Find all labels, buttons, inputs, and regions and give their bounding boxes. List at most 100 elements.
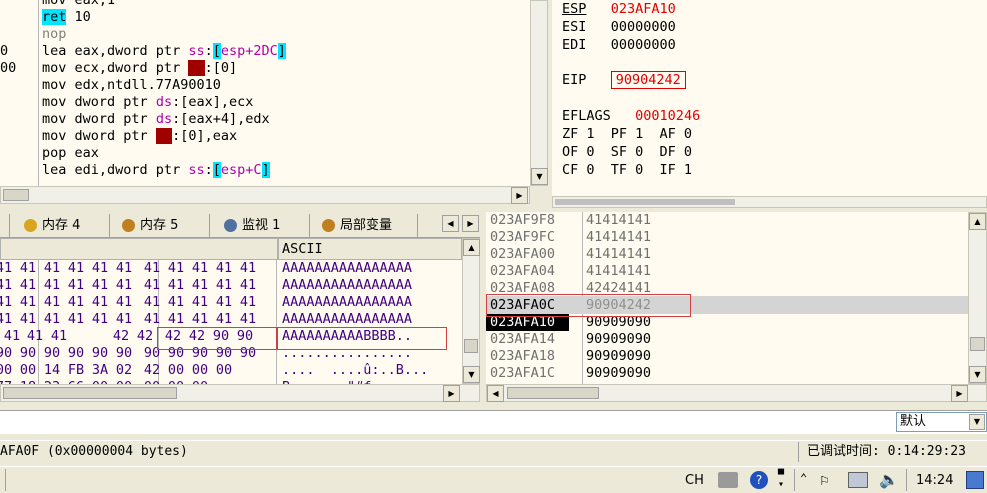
dump-byte: 41	[115, 260, 133, 276]
stack-row[interactable]: 023AF9FC 41414141	[486, 229, 970, 246]
stack-row[interactable]: 023AFA04 41414141	[486, 263, 970, 280]
disasm-line[interactable]: mov dword ptr fs:[0],eax	[42, 128, 237, 145]
stack-hscrollbar[interactable]: ◀ ▶	[486, 384, 987, 402]
dump-byte: 41	[91, 277, 109, 293]
operands: eax,dword ptr	[74, 43, 189, 59]
operands: :[0]	[204, 60, 238, 76]
command-mode-select[interactable]: 默认 ▼	[896, 412, 987, 432]
disasm-addr-2: 00	[0, 60, 17, 76]
scroll-thumb[interactable]	[3, 189, 29, 201]
scroll-thumb[interactable]	[464, 339, 478, 353]
disasm-vscrollbar[interactable]: ▼	[530, 0, 548, 186]
scroll-up-icon[interactable]: ▲	[969, 213, 986, 230]
dump-byte: 41	[239, 311, 257, 327]
tab-memory-5[interactable]: 内存 5	[118, 214, 210, 237]
dump-vscrollbar[interactable]: ▲ ▼	[462, 238, 480, 384]
scroll-right-icon[interactable]: ▶	[443, 385, 460, 402]
disasm-addr-1: 0	[0, 43, 9, 59]
select-value: 默认	[900, 414, 927, 429]
disasm-hscrollbar[interactable]: ▶	[0, 186, 530, 204]
scroll-thumb[interactable]	[507, 387, 599, 399]
memory-dump-pane[interactable]: ASCII 4141414141414141414141AAAAAAAAAAAA…	[0, 238, 462, 384]
mem-operand: esp+2DC	[220, 43, 278, 59]
show-hidden-icons-icon[interactable]: ⌃	[800, 471, 807, 485]
tab-memory-4[interactable]: 内存 4	[20, 214, 110, 237]
dump-byte: 41	[67, 260, 85, 276]
stack-value: 90909090	[586, 365, 652, 381]
clock[interactable]: 14:24	[916, 471, 953, 491]
dump-row[interactable]: 00 00 14 FB 3A 02 42 00 00 00 .... ....û:..B...	[0, 362, 462, 379]
stack-pane[interactable]: 023AF9F8 41414141 023AF9FC 41414141 023AFA00…	[486, 212, 970, 384]
command-input[interactable]	[0, 411, 895, 433]
dump-byte: 41	[143, 311, 161, 327]
scroll-left-icon[interactable]: ◀	[487, 385, 504, 402]
dump-byte: 41	[26, 328, 44, 344]
scroll-down-icon[interactable]: ▼	[969, 366, 986, 383]
stack-highlight-box	[486, 294, 691, 317]
tab-scroll-left-icon[interactable]: ◀	[442, 215, 459, 232]
scroll-thumb[interactable]	[970, 337, 985, 351]
reg-edi[interactable]: EDI 00000000	[562, 36, 676, 54]
memory-tab-bar: 内存 4 内存 5 监视 1 局部变量 ◀ ▶	[0, 212, 480, 238]
dump-hscrollbar[interactable]: ▶	[0, 384, 480, 402]
dump-row[interactable]: 41 41 41 41 41 41 41 41 41 41 41 AAAAAAAAAAAAAAAA	[0, 294, 462, 311]
stack-vscrollbar[interactable]: ▲ ▼	[968, 212, 987, 384]
disasm-line[interactable]: ret 10	[42, 9, 91, 26]
disasm-line[interactable]: nop	[42, 26, 66, 43]
regs-hscrollbar[interactable]	[552, 196, 987, 208]
disasm-line[interactable]: mov dword ptr ds:[eax],ecx	[42, 94, 253, 111]
scroll-thumb[interactable]	[3, 387, 177, 399]
taskbar: CH ? ▀ ▾ ⌃ ⚐ 🔈 14:24	[0, 466, 987, 493]
mem-operand: esp+C	[220, 162, 262, 178]
scroll-down-icon[interactable]: ▼	[531, 168, 548, 185]
disassembly-pane[interactable]: 0 00 mov eax,1 ret 10 nop lea eax,dword …	[0, 0, 530, 186]
stack-row[interactable]: 023AFA00 41414141	[486, 246, 970, 263]
disasm-line[interactable]: mov dword ptr ds:[eax+4],edx	[42, 111, 270, 128]
stack-row[interactable]: 023AFA14 90909090	[486, 331, 970, 348]
chevron-down-icon[interactable]: ▼	[969, 414, 985, 430]
network-icon[interactable]	[848, 472, 868, 488]
reg-eip[interactable]: EIP 90904242	[562, 71, 686, 89]
stack-row[interactable]: 023AFA1C 90909090	[486, 365, 970, 382]
dump-byte: 41	[43, 294, 61, 310]
reg-eflags[interactable]: EFLAGS 00010246	[562, 107, 700, 125]
dump-row[interactable]: 41 41 41 41 41 41 41 41 41 41 41 AAAAAAAAAAAAAAAA	[0, 260, 462, 277]
keyboard-icon[interactable]	[718, 472, 738, 488]
dump-byte: 41	[0, 311, 13, 327]
dump-byte: 41	[0, 294, 13, 310]
tab-scroll-right-icon[interactable]: ▶	[462, 215, 479, 232]
help-icon[interactable]: ?	[750, 471, 768, 489]
tab-watch-1[interactable]: 监视 1	[220, 214, 310, 237]
scroll-up-icon[interactable]: ▲	[463, 239, 480, 256]
stack-row[interactable]: 023AF9F8 41414141	[486, 212, 970, 229]
watch-icon	[224, 219, 237, 232]
memory-icon	[24, 219, 37, 232]
segment: fs	[188, 60, 205, 76]
show-desktop-icon[interactable]	[966, 471, 984, 489]
stack-row[interactable]: 023AFA18 90909090	[486, 348, 970, 365]
language-indicator[interactable]: CH	[685, 471, 704, 491]
scroll-down-icon[interactable]: ▼	[463, 366, 480, 383]
taskbar-edge	[0, 469, 6, 491]
scroll-right-icon[interactable]: ▶	[951, 385, 968, 402]
disasm-line[interactable]: mov eax,1	[42, 0, 115, 9]
registers-pane[interactable]: ESP 023AFA10 ESI 00000000 EDI 00000000 E…	[552, 0, 987, 196]
dump-row[interactable]: 41 41 41 41 41 41 41 41 41 41 41 AAAAAAAAAAAAAAAA	[0, 277, 462, 294]
disasm-line[interactable]: mov edx,ntdll.77A90010	[42, 77, 221, 94]
disasm-line[interactable]: mov ecx,dword ptr fs:[0]	[42, 60, 237, 77]
reg-esi[interactable]: ESI 00000000	[562, 18, 676, 36]
options-icon[interactable]: ▀ ▾	[778, 471, 792, 490]
opcode: mov	[42, 94, 67, 110]
dump-byte: 90	[19, 345, 37, 361]
flag-icon[interactable]: ⚐	[820, 471, 829, 489]
dump-row[interactable]: 41 41 41 41 41 41 41 41 41 41 41 AAAAAAAAAAAAAAAA	[0, 311, 462, 328]
operands: edx,ntdll.77A90010	[74, 77, 221, 93]
disasm-line[interactable]: pop eax	[42, 145, 99, 162]
scroll-right-icon[interactable]: ▶	[511, 187, 528, 204]
tab-locals[interactable]: 局部变量	[318, 214, 418, 237]
disasm-line[interactable]: lea edi,dword ptr ss:[esp+C]	[42, 162, 270, 179]
reg-esp[interactable]: ESP 023AFA10	[562, 0, 676, 18]
volume-icon[interactable]: 🔈	[879, 470, 899, 489]
scroll-thumb[interactable]	[555, 199, 735, 205]
disasm-line[interactable]: lea eax,dword ptr ss:[esp+2DC]	[42, 43, 286, 60]
